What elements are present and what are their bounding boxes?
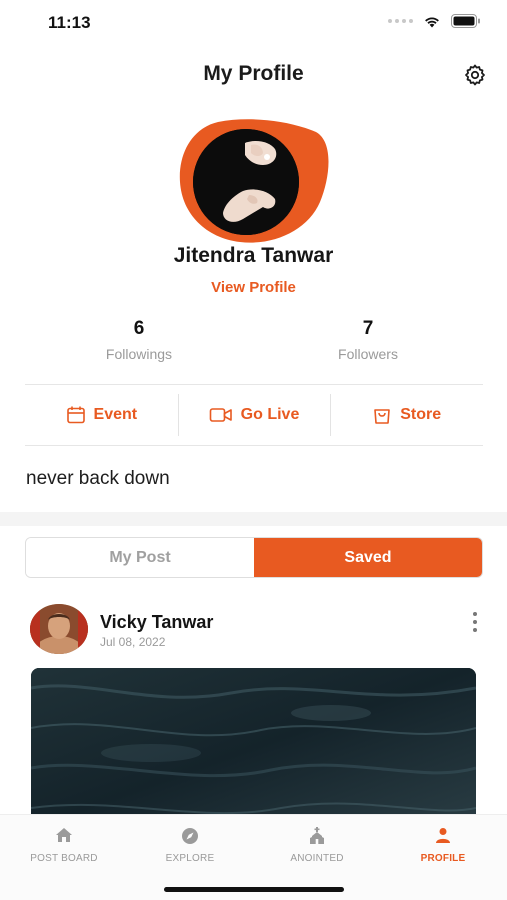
event-label: Event — [93, 406, 138, 423]
section-separator — [0, 512, 507, 526]
video-camera-icon — [209, 408, 232, 422]
tab-anointed[interactable]: ANOINTED — [257, 827, 377, 864]
view-profile-link[interactable]: View Profile — [0, 279, 507, 296]
store-label: Store — [400, 406, 442, 423]
settings-button[interactable] — [463, 63, 487, 87]
tab-profile[interactable]: PROFILE — [383, 827, 503, 864]
tab-post-board[interactable]: POST BOARD — [4, 827, 124, 864]
followings-stat[interactable]: 6 Followings — [69, 318, 209, 362]
hands-image — [193, 129, 299, 235]
go-live-label: Go Live — [240, 406, 300, 423]
post-author-name[interactable]: Vicky Tanwar — [100, 612, 213, 633]
followers-stat[interactable]: 7 Followers — [298, 318, 438, 362]
tab-saved[interactable]: Saved — [254, 538, 482, 577]
avatar-photo — [193, 129, 299, 235]
followers-count: 7 — [362, 318, 374, 339]
followings-count: 6 — [133, 318, 145, 339]
post-author-avatar[interactable] — [30, 604, 88, 654]
status-time: 11:13 — [48, 13, 91, 32]
gear-icon — [465, 64, 485, 86]
calendar-icon — [66, 406, 85, 424]
followers-label: Followers — [338, 346, 398, 362]
profile-avatar[interactable] — [178, 118, 330, 246]
profile-actions: Event Go Live Store — [25, 394, 483, 436]
home-icon — [56, 828, 72, 842]
profile-bio: never back down — [26, 468, 170, 489]
event-button[interactable]: Event — [25, 394, 178, 436]
home-indicator — [164, 887, 344, 892]
wifi-icon — [425, 16, 439, 27]
church-icon — [310, 827, 324, 844]
status-bar: 11:13 — [0, 0, 507, 44]
cellular-signal-icon — [388, 19, 413, 23]
tab-my-post[interactable]: My Post — [26, 538, 254, 577]
header: My Profile — [0, 58, 507, 92]
shopping-bag-icon — [374, 409, 391, 424]
tab-anointed-label: ANOINTED — [290, 853, 344, 864]
go-live-button[interactable]: Go Live — [177, 394, 331, 436]
compass-icon — [182, 828, 198, 844]
water-image — [31, 668, 476, 828]
divider — [25, 445, 483, 446]
store-button[interactable]: Store — [330, 394, 483, 436]
tab-post-board-label: POST BOARD — [30, 853, 98, 864]
status-icons — [388, 14, 481, 28]
post-image[interactable] — [31, 668, 476, 828]
tab-profile-label: PROFILE — [420, 853, 466, 864]
followings-label: Followings — [105, 346, 173, 362]
person-icon — [436, 828, 450, 843]
author-photo — [30, 604, 88, 654]
profile-stats: 6 Followings 7 Followers — [0, 318, 507, 368]
post-segmented-control: My Post Saved — [25, 537, 483, 578]
tab-explore-label: EXPLORE — [165, 853, 215, 864]
more-options-icon[interactable] — [471, 612, 479, 632]
post-date: Jul 08, 2022 — [100, 635, 166, 649]
post-header: Vicky Tanwar Jul 08, 2022 — [30, 604, 485, 656]
page-title: My Profile — [203, 62, 304, 85]
profile-name: Jitendra Tanwar — [173, 244, 334, 267]
tab-explore[interactable]: EXPLORE — [130, 827, 250, 864]
divider — [25, 384, 483, 385]
battery-icon — [451, 14, 480, 28]
bottom-tab-bar: POST BOARD EXPLORE ANOINTED PROFILE — [0, 814, 507, 900]
